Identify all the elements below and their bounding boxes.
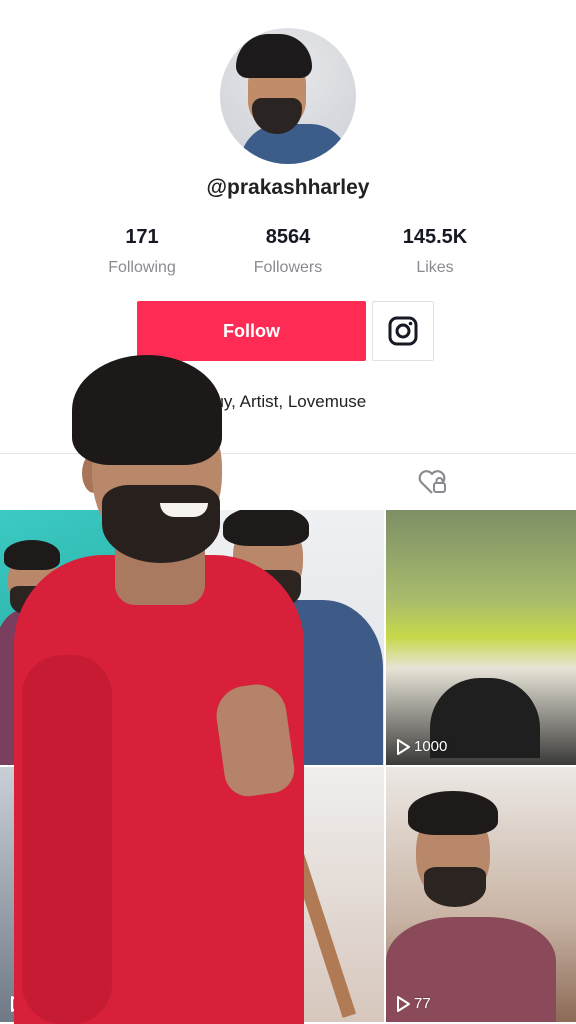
video-thumbnail-3[interactable]: 1000 [386,510,576,765]
follow-button[interactable]: Follow [137,301,366,361]
overlay-arm [22,655,112,1024]
overlay-smile [160,503,208,517]
stat-following-label: Following [108,259,176,276]
stat-likes-count: 145.5K [402,226,468,248]
video-thumbnail-6[interactable]: 77 [386,767,576,1022]
thumbnail-figure-beard [424,867,486,907]
instagram-button[interactable] [372,301,434,361]
video-views-3: 1000 [396,738,447,755]
stat-likes: 145.5K Likes [365,226,505,277]
avatar-shirt [240,124,350,164]
stat-likes-label: Likes [416,259,454,276]
stat-followers-label: Followers [253,259,323,276]
stat-followers-count: 8564 [265,226,311,248]
play-icon [397,738,410,755]
tab-liked-videos[interactable] [416,468,448,496]
overlay-person-sticker [0,355,330,1024]
video-views-6: 77 [396,995,431,1012]
overlay-hair [72,355,222,465]
thumbnail-figure-hair [408,791,498,835]
avatar-hair [236,34,312,78]
heart-lock-icon [418,470,446,494]
profile-avatar[interactable] [220,28,356,164]
profile-username: @prakashharley [206,176,370,199]
instagram-icon [388,316,418,346]
play-icon [397,995,410,1012]
stat-following[interactable]: 171 Following [72,226,212,277]
overlay-beard [102,485,220,563]
stat-followers[interactable]: 8564 Followers [218,226,358,277]
stat-following-count: 171 [125,226,159,248]
